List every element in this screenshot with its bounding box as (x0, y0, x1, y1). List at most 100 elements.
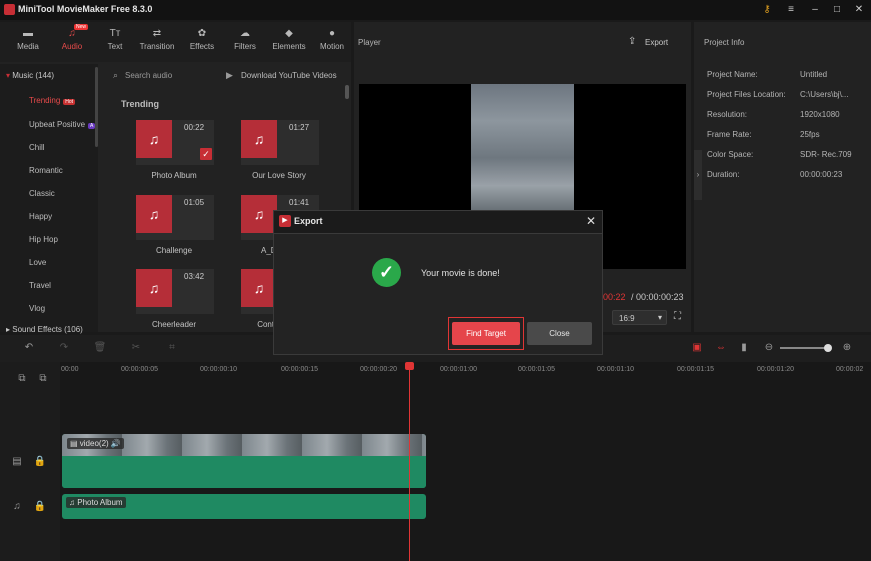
card-duration: 01:27 (289, 123, 310, 132)
success-check-icon: ✓ (372, 258, 401, 287)
zoom-slider[interactable] (780, 347, 828, 349)
info-value: C:\Users\bj\... (800, 90, 849, 99)
tab-audio[interactable]: ♫ Audio New (52, 24, 92, 58)
info-value: 25fps (800, 130, 820, 139)
copy-track-icon[interactable]: ⧉ (36, 373, 50, 384)
music-note-icon: ♫ (241, 120, 277, 158)
filters-icon: ☁ (240, 28, 250, 39)
category-item-travel[interactable]: Travel (29, 281, 99, 290)
chevron-down-icon: ▾ (657, 313, 662, 322)
tab-elements[interactable]: ◆ Elements (269, 26, 309, 58)
category-item-romantic[interactable]: Romantic (29, 166, 99, 175)
info-value: 1920x1080 (800, 110, 840, 119)
maximize-button[interactable]: □ (830, 3, 844, 17)
category-item-hip-hop[interactable]: Hip Hop (29, 235, 99, 244)
fullscreen-icon[interactable]: ⛶ (674, 311, 681, 322)
category-item-vlog[interactable]: Vlog (29, 304, 99, 313)
ruler-label: 00:00:02 (836, 366, 864, 373)
collapse-panel-handle[interactable]: › (694, 150, 702, 200)
info-key: Project Files Location: (707, 90, 786, 99)
ruler-label: 00:00:01:05 (518, 366, 555, 373)
ruler-label: 00:00:00:10 (200, 366, 237, 373)
audio-mixer-icon[interactable]: ▮ (737, 342, 751, 353)
track-headers (0, 362, 60, 561)
video-track-icon: ▤ (12, 456, 22, 467)
add-track-icon[interactable]: ⧉ (15, 373, 29, 384)
delete-icon[interactable]: 🗑 (93, 342, 107, 353)
category-item-trending[interactable]: Trending Hot (29, 96, 99, 105)
category-item-upbeat-positive[interactable]: Upbeat Positive A (29, 120, 99, 129)
zoom-in-icon[interactable]: ⊕ (840, 342, 854, 353)
card-label: Photo Album (151, 171, 197, 180)
export-button[interactable]: Export (645, 38, 668, 47)
tab-text[interactable]: Tт Text (95, 26, 135, 58)
minimize-button[interactable]: – (808, 3, 822, 17)
text-icon: Tт (109, 28, 121, 39)
link-icon[interactable]: ⇔ (714, 342, 728, 353)
key-icon[interactable]: ⚷ (760, 3, 774, 17)
split-icon[interactable]: ✂ (129, 342, 143, 353)
transition-icon: ⇄ (152, 28, 162, 39)
music-category-header[interactable]: ▾ Music (144) (6, 71, 54, 80)
redo-icon[interactable]: ↷ (57, 342, 71, 353)
category-item-classic[interactable]: Classic (29, 189, 99, 198)
card-duration: 01:05 (184, 198, 205, 207)
find-target-button[interactable]: Find Target (452, 322, 520, 345)
info-value: Untitled (800, 70, 828, 79)
close-button[interactable]: Close (527, 322, 592, 345)
info-key: Color Space: (707, 150, 754, 159)
tab-transition[interactable]: ⇄ Transition (137, 26, 177, 58)
card-duration: 00:22 (184, 123, 205, 132)
grid-scrollbar[interactable] (345, 85, 349, 99)
playhead-handle[interactable] (405, 362, 414, 370)
info-key: Resolution: (707, 110, 748, 119)
zoom-out-icon[interactable]: ⊖ (762, 342, 776, 353)
lock-icon[interactable]: 🔒 (33, 501, 47, 512)
export-message: Your movie is done! (421, 268, 500, 278)
ruler-label: 00:00:00:15 (281, 366, 318, 373)
snap-icon[interactable]: ▣ (690, 342, 704, 353)
undo-icon[interactable]: ↶ (22, 342, 36, 353)
crop-icon[interactable]: ⌗ (165, 342, 179, 353)
category-item-happy[interactable]: Happy (29, 212, 99, 221)
tab-filters[interactable]: ☁ Filters (225, 26, 265, 58)
info-key: Frame Rate: (707, 130, 752, 139)
music-track-icon: ♫ (13, 501, 21, 512)
hot-badge: Hot (63, 99, 76, 105)
aspect-ratio-select[interactable]: 16:9 ▾ (612, 310, 667, 325)
audio-waveform (62, 456, 426, 488)
film-icon: ▤ (70, 439, 80, 448)
youtube-icon: ▶ (226, 70, 233, 80)
audio-clip-label: ♫ Photo Album (66, 497, 126, 508)
search-audio-input[interactable]: Search audio (125, 71, 172, 80)
speaker-icon: 🔊 (108, 439, 121, 448)
tab-media[interactable]: ▬ Media (8, 26, 48, 58)
zoom-slider-handle[interactable] (824, 344, 832, 352)
info-value: 00:00:00:23 (800, 170, 843, 179)
export-icon: ⇪ (628, 36, 637, 47)
card-label: Our Love Story (252, 171, 306, 180)
close-window-button[interactable]: ✕ (852, 3, 866, 17)
app-title: MiniTool MovieMaker Free 8.3.0 (18, 4, 153, 14)
category-item-love[interactable]: Love (29, 258, 99, 267)
music-note-icon: ♫ (69, 498, 78, 507)
playhead[interactable] (409, 364, 410, 561)
checkmark-icon: ✓ (200, 148, 212, 160)
tab-effects[interactable]: ✿ Effects (182, 26, 222, 58)
music-note-icon: ♫ (136, 195, 172, 233)
project-info-title: Project Info (704, 38, 745, 47)
app-logo-icon (4, 4, 15, 15)
player-title: Player (358, 38, 381, 47)
menu-button[interactable]: ≡ (784, 3, 798, 17)
category-scrollbar[interactable] (95, 67, 98, 147)
download-youtube-link[interactable]: Download YouTube Videos (241, 71, 337, 80)
ruler-label: 00:00:01:10 (597, 366, 634, 373)
ruler-label: 00:00:00:05 (121, 366, 158, 373)
new-badge: New (73, 24, 88, 30)
category-item-chill[interactable]: Chill (29, 143, 99, 152)
lock-icon[interactable]: 🔒 (33, 456, 47, 467)
tab-motion[interactable]: ● Motion (312, 26, 352, 58)
sound-effects-category[interactable]: ▸ Sound Effects (106) (6, 325, 83, 334)
close-icon[interactable]: ✕ (583, 213, 599, 229)
card-label: Challenge (155, 246, 193, 255)
